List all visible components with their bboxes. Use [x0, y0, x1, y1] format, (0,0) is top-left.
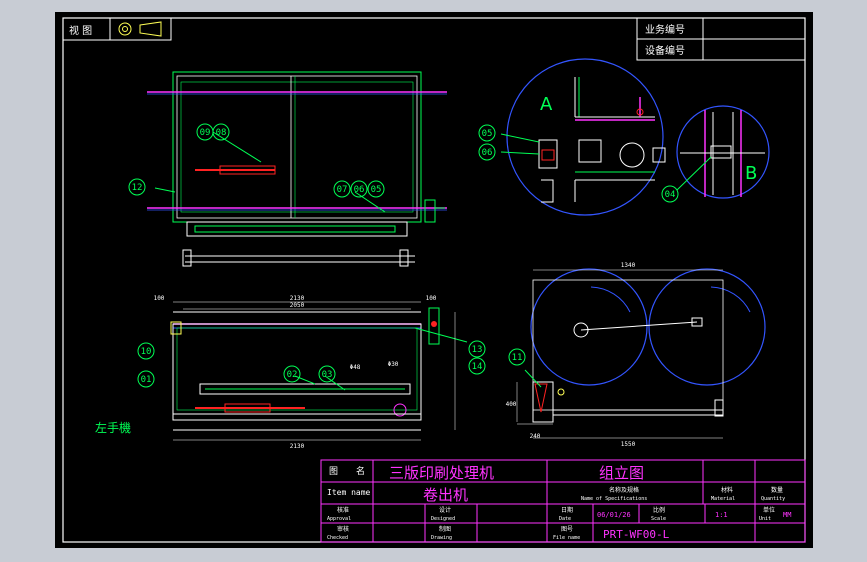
front-view: [170, 307, 468, 431]
dim-front-inner: 2050: [290, 302, 305, 309]
tb-name-code-en: Name of Specifications: [581, 496, 647, 502]
dim-side-bottom: 1550: [621, 441, 636, 448]
balloon-b-04: 04: [661, 185, 679, 203]
side-view-balloons: 11: [508, 348, 526, 366]
svg-text:01: 01: [141, 375, 152, 385]
view-cell-label: 视 图: [69, 24, 92, 37]
tb-number-label: 图号: [561, 526, 573, 533]
svg-text:05: 05: [371, 185, 382, 195]
svg-text:07: 07: [337, 185, 348, 195]
left-hand-machine-note: 左手機: [95, 420, 131, 435]
balloon-02: 02: [283, 365, 301, 383]
svg-text:06: 06: [482, 148, 493, 158]
svg-text:06: 06: [354, 185, 365, 195]
balloon-06: 06: [350, 180, 368, 198]
dim-front-total: 2130: [290, 295, 305, 302]
header-number-cells: 业务编号 设备编号: [636, 17, 806, 61]
tb-date-label: 日期: [561, 506, 573, 514]
tb-check-label: 审核: [337, 525, 349, 533]
tb-approve-en: Approval: [327, 516, 351, 522]
dim-front-bottom: 2130: [290, 443, 305, 450]
top-view: [147, 71, 447, 267]
tb-scale-label: 比例: [653, 506, 665, 514]
tb-unit-en: Unit: [759, 516, 771, 522]
tb-scale-en: Scale: [651, 516, 666, 522]
projection-circle-icon: [118, 22, 132, 36]
view-cell: 视 图: [62, 17, 172, 41]
detail-b-balloons: 04: [661, 185, 679, 203]
tb-date-en: Date: [559, 516, 571, 522]
tb-design-label: 设计: [439, 506, 451, 514]
equipment-no-label: 设备编号: [645, 44, 685, 57]
drawing-sheet: 视 图 业务编号 设备编号 12 09 08 07 06 05 A 05 06 …: [55, 12, 813, 548]
business-no-label: 业务编号: [645, 23, 685, 36]
tb-draw-label: 制图: [439, 525, 451, 533]
tb-approve-label: 核准: [337, 506, 349, 514]
tb-name-label: 图 名: [329, 465, 365, 477]
dim-pipe: Φ48: [350, 364, 361, 371]
svg-text:04: 04: [665, 190, 676, 200]
balloon-08: 08: [212, 123, 230, 141]
dim-side-width: 1340: [621, 262, 636, 269]
title-block: 图 名 Item name 三版印刷处理机 卷出机 组立图 名称及规格 Name…: [320, 459, 806, 543]
front-dimensions: 2130 2050 100 100 2130 Φ48 Φ30: [154, 295, 456, 450]
svg-text:14: 14: [472, 362, 483, 372]
balloon-09: 09: [196, 123, 214, 141]
detail-a-label: A: [540, 94, 553, 115]
svg-text:03: 03: [322, 370, 333, 380]
balloon-14: 14: [468, 357, 486, 375]
balloon-a-05: 05: [478, 124, 496, 142]
dim-front-right: 100: [426, 295, 437, 302]
detail-b: B: [676, 105, 770, 199]
tb-unit-label: 单位: [763, 506, 775, 514]
tb-date-value: 06/01/26: [597, 511, 631, 519]
side-view: [524, 268, 766, 423]
tb-name-code-label: 名称及规格: [609, 486, 639, 494]
svg-text:11: 11: [512, 353, 523, 363]
detail-a-balloons: 05 06: [478, 124, 496, 161]
balloon-01: 01: [137, 370, 155, 388]
tb-product-name: 三版印刷处理机: [389, 464, 494, 482]
tb-material-label: 材料: [721, 486, 733, 494]
balloon-12: 12: [128, 178, 146, 196]
balloon-10: 10: [137, 342, 155, 360]
balloon-03: 03: [318, 365, 336, 383]
svg-text:10: 10: [141, 347, 152, 357]
tb-unit-value: MM: [783, 511, 791, 519]
tb-name-label-en: Item name: [327, 488, 371, 497]
dim-shaft: Φ30: [388, 361, 399, 368]
balloon-05: 05: [367, 180, 385, 198]
tb-draw-en: Drawing: [431, 535, 452, 541]
svg-text:02: 02: [287, 370, 298, 380]
cad-drawing: 视 图 业务编号 设备编号 12 09 08 07 06 05 A 05 06 …: [62, 17, 806, 543]
tb-quantity-label: 数量: [771, 486, 783, 494]
svg-text:09: 09: [200, 128, 211, 138]
tb-quantity-en: Quantity: [761, 496, 785, 502]
dim-front-left: 100: [154, 295, 165, 302]
dim-side-height: 400: [506, 401, 517, 408]
tb-number-en: File name: [553, 535, 580, 541]
tb-product-sub: 卷出机: [423, 486, 468, 504]
svg-text:08: 08: [216, 128, 227, 138]
detail-b-label: B: [745, 163, 757, 184]
svg-text:12: 12: [132, 183, 143, 193]
balloon-11: 11: [508, 348, 526, 366]
balloon-13: 13: [468, 340, 486, 358]
svg-text:05: 05: [482, 129, 493, 139]
dim-side-foot: 240: [530, 433, 541, 440]
tb-number-value: PRT-WF00-L: [603, 528, 670, 541]
balloon-a-06: 06: [478, 143, 496, 161]
front-view-balloons: 10 01 02 03 13 14: [137, 340, 486, 388]
tb-design-en: Designed: [431, 516, 455, 522]
tb-material-en: Material: [711, 496, 735, 502]
svg-text:13: 13: [472, 345, 483, 355]
projection-cone-icon: [139, 21, 162, 37]
detail-a: A: [500, 58, 666, 216]
tb-drawing-type: 组立图: [599, 464, 644, 482]
tb-check-en: Checked: [327, 535, 348, 541]
tb-scale-value: 1:1: [715, 511, 728, 519]
balloon-07: 07: [333, 180, 351, 198]
top-view-balloons: 12 09 08 07 06 05: [128, 123, 385, 198]
